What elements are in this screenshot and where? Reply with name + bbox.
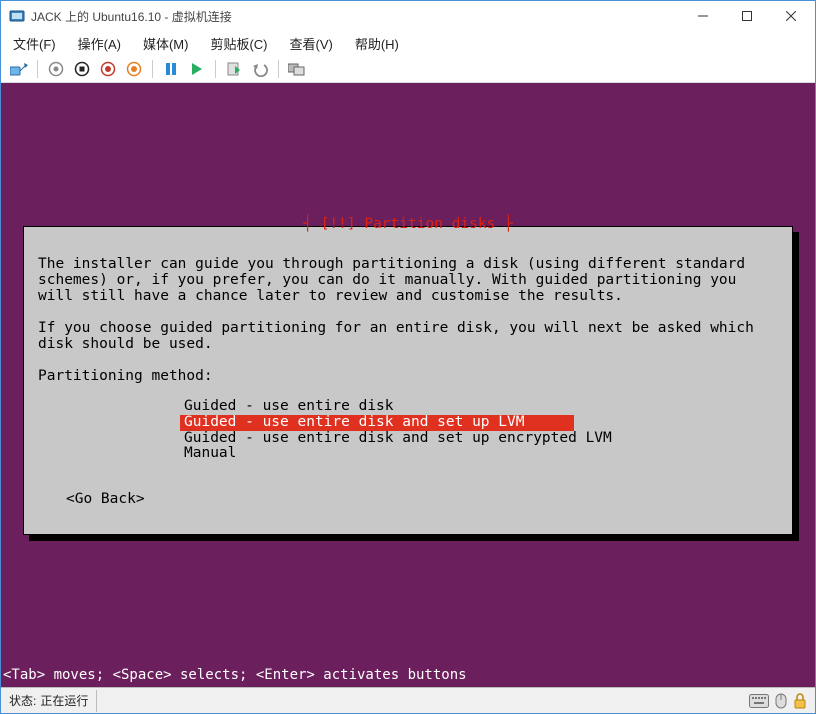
shutdown-button[interactable] [98, 59, 118, 79]
keyboard-icon [749, 694, 769, 708]
hyperv-window: JACK 上的 Ubuntu16.10 - 虚拟机连接 文件(F) 操作(A) … [0, 0, 816, 714]
menu-view[interactable]: 查看(V) [286, 32, 337, 55]
titlebar: JACK 上的 Ubuntu16.10 - 虚拟机连接 [1, 1, 815, 31]
revert-button[interactable] [250, 59, 270, 79]
toolbar-separator [152, 60, 153, 78]
ctrl-alt-del-button[interactable] [9, 59, 29, 79]
maximize-button[interactable] [725, 2, 769, 31]
toolbar-separator [37, 60, 38, 78]
vm-display[interactable]: ┤ [!!] Partition disks ├ The installer c… [1, 83, 815, 687]
menu-media[interactable]: 媒体(M) [139, 32, 193, 55]
lock-icon [793, 693, 807, 709]
menu-file[interactable]: 文件(F) [9, 32, 60, 55]
status-cell: 状态: 正在运行 [1, 692, 96, 709]
menubar: 文件(F) 操作(A) 媒体(M) 剪贴板(C) 查看(V) 帮助(H) [1, 31, 815, 55]
turnoff-button[interactable] [72, 59, 92, 79]
menu-action[interactable]: 操作(A) [74, 32, 125, 55]
go-back-button[interactable]: <Go Back> [66, 492, 778, 508]
dialog-title: ┤ [!!] Partition disks ├ [297, 217, 519, 233]
method-label: Partitioning method: [38, 369, 778, 385]
statusbar-separator [96, 690, 97, 712]
option-guided-encrypted-lvm[interactable]: Guided - use entire disk and set up encr… [180, 431, 778, 447]
option-guided-lvm[interactable]: Guided - use entire disk and set up LVM [180, 415, 574, 431]
checkpoint-button[interactable] [224, 59, 244, 79]
menu-help[interactable]: 帮助(H) [351, 32, 403, 55]
mouse-icon [775, 693, 787, 709]
option-manual[interactable]: Manual [180, 446, 778, 462]
menu-clipboard[interactable]: 剪贴板(C) [206, 32, 271, 55]
enhanced-session-button[interactable] [287, 59, 307, 79]
close-button[interactable] [769, 2, 813, 31]
app-icon [9, 8, 25, 24]
start-button[interactable] [46, 59, 66, 79]
partition-dialog: ┤ [!!] Partition disks ├ The installer c… [23, 226, 793, 535]
partition-options: Guided - use entire disk Guided - use en… [180, 399, 778, 463]
save-button[interactable] [124, 59, 144, 79]
toolbar-separator [215, 60, 216, 78]
option-guided-entire-disk[interactable]: Guided - use entire disk [180, 399, 778, 415]
toolbar [1, 55, 815, 83]
dialog-paragraph-1: The installer can guide you through part… [38, 257, 778, 305]
key-hint-bar: <Tab> moves; <Space> selects; <Enter> ac… [1, 667, 815, 687]
dialog-paragraph-2: If you choose guided partitioning for an… [38, 321, 778, 353]
toolbar-separator [278, 60, 279, 78]
pause-button[interactable] [161, 59, 181, 79]
minimize-button[interactable] [681, 2, 725, 31]
status-label: 状态: [9, 692, 36, 709]
window-title: JACK 上的 Ubuntu16.10 - 虚拟机连接 [31, 8, 681, 25]
statusbar: 状态: 正在运行 [1, 687, 815, 713]
reset-button[interactable] [187, 59, 207, 79]
status-value: 正在运行 [40, 692, 88, 709]
